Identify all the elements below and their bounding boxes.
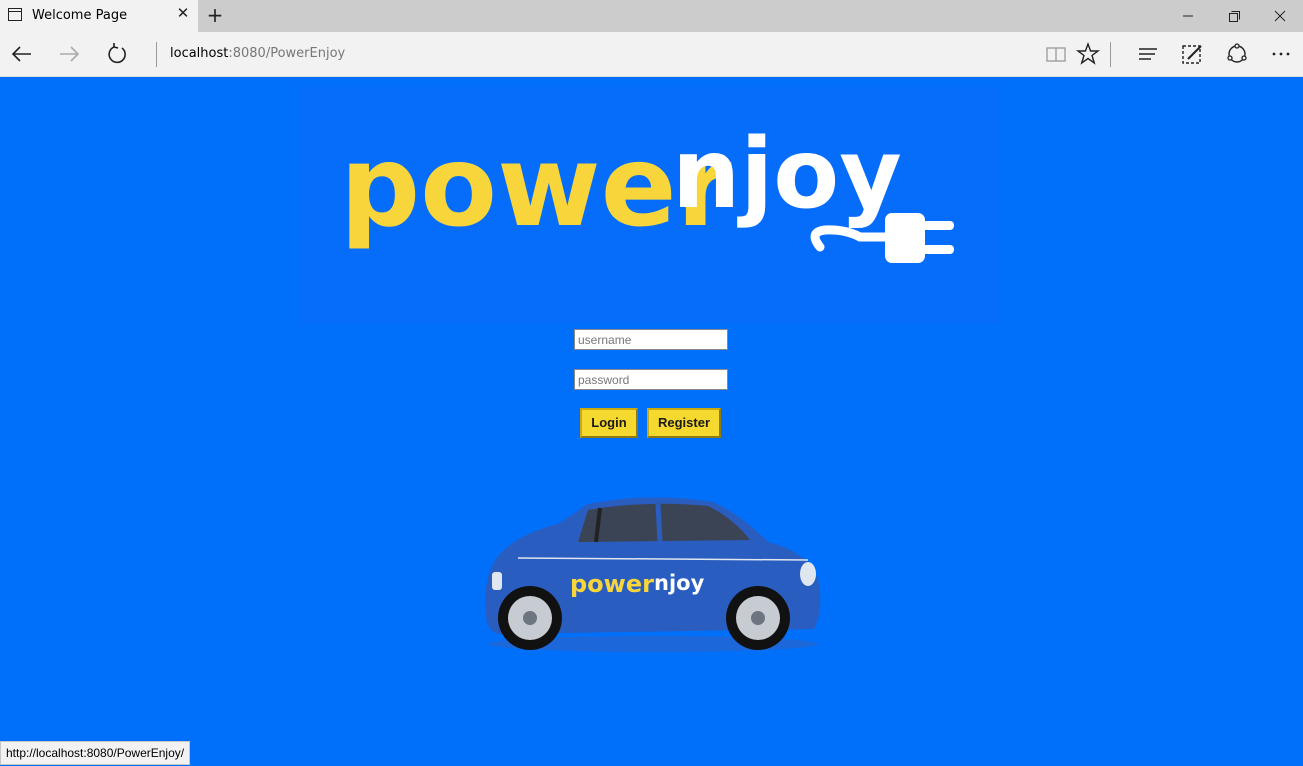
page-content: power njoy Login Register power njoy	[0, 77, 1303, 766]
car-image: power njoy	[478, 494, 824, 654]
toolbar-separator	[1110, 42, 1111, 67]
status-bar-url: http://localhost:8080/PowerEnjoy/	[0, 741, 191, 765]
refresh-icon[interactable]	[103, 40, 131, 68]
more-icon[interactable]	[1267, 40, 1295, 68]
password-input[interactable]	[574, 369, 728, 390]
page-icon	[8, 8, 22, 21]
pen-icon[interactable]	[1178, 40, 1206, 68]
browser-nav-bar: localhost:8080/PowerEnjoy	[0, 32, 1303, 77]
tab-title: Welcome Page	[32, 8, 128, 23]
powerenjoy-logo: power njoy	[300, 87, 1000, 324]
back-arrow-icon[interactable]	[8, 40, 36, 68]
car-logo-power: power	[570, 570, 654, 598]
logo-graphic: power njoy	[340, 118, 954, 263]
browser-tab[interactable]: Welcome Page ✕	[0, 0, 198, 32]
login-button[interactable]: Login	[580, 408, 638, 438]
close-tab-icon[interactable]: ✕	[175, 6, 191, 22]
address-separator	[156, 42, 157, 67]
username-input[interactable]	[574, 329, 728, 350]
hub-icon[interactable]	[1134, 40, 1162, 68]
new-tab-icon[interactable]: +	[205, 4, 225, 26]
forward-arrow-icon[interactable]	[55, 40, 83, 68]
address-host: localhost	[170, 46, 229, 61]
close-window-button[interactable]	[1257, 0, 1303, 32]
browser-title-bar: Welcome Page ✕ +	[0, 0, 1303, 32]
star-icon[interactable]	[1074, 40, 1102, 68]
address-path: :8080/PowerEnjoy	[228, 46, 346, 61]
minimize-button[interactable]	[1165, 0, 1211, 32]
address-bar[interactable]: localhost:8080/PowerEnjoy	[170, 46, 345, 61]
logo-text-njoy: njoy	[672, 118, 902, 230]
restore-button[interactable]	[1211, 0, 1257, 32]
car-logo-njoy: njoy	[654, 571, 705, 595]
reading-view-icon[interactable]	[1042, 40, 1070, 68]
register-button[interactable]: Register	[647, 408, 721, 438]
share-icon[interactable]	[1223, 40, 1251, 68]
